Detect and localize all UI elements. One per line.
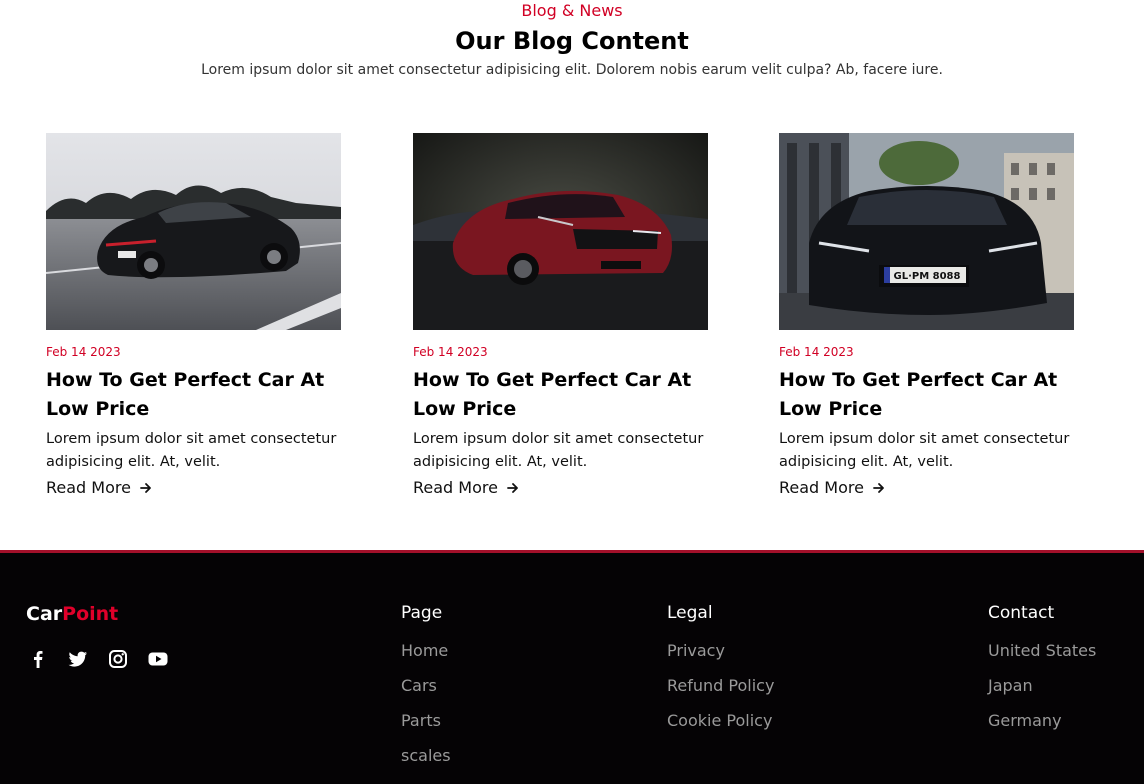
footer-link-refund-policy[interactable]: Refund Policy	[667, 676, 774, 696]
footer-contact-column: Contact United States Japan Germany	[988, 601, 1096, 746]
footer-link-united-states[interactable]: United States	[988, 641, 1096, 661]
footer-link-home[interactable]: Home	[401, 641, 451, 661]
blog-card-title[interactable]: How To Get Perfect Car At Low Price	[779, 366, 1075, 424]
blog-card-image[interactable]	[413, 133, 708, 330]
footer-link-japan[interactable]: Japan	[988, 676, 1096, 696]
footer-legal-column: Legal Privacy Refund Policy Cookie Polic…	[667, 601, 774, 746]
blog-card-title[interactable]: How To Get Perfect Car At Low Price	[413, 366, 709, 424]
arrow-right-icon	[873, 483, 884, 493]
facebook-icon[interactable]	[28, 649, 48, 669]
youtube-icon[interactable]	[148, 649, 168, 669]
brand-name-part1: Car	[26, 603, 63, 625]
footer-link-scales[interactable]: scales	[401, 746, 451, 766]
section-title: Our Blog Content	[455, 27, 689, 55]
read-more-link[interactable]: Read More	[46, 478, 342, 498]
brand-logo[interactable]: CarPoint	[26, 602, 118, 626]
arrow-right-icon	[140, 483, 151, 493]
read-more-link[interactable]: Read More	[413, 478, 709, 498]
blog-card-date: Feb 14 2023	[779, 345, 854, 359]
brand-name-part2: Point	[62, 603, 119, 625]
section-subtitle: Lorem ipsum dolor sit amet consectetur a…	[201, 62, 943, 78]
footer-page-column: Page Home Cars Parts scales	[401, 601, 451, 781]
footer-contact-heading: Contact	[988, 603, 1055, 623]
blog-card-2: Feb 14 2023 How To Get Perfect Car At Lo…	[413, 133, 709, 498]
blog-card-title[interactable]: How To Get Perfect Car At Low Price	[46, 366, 342, 424]
section-eyebrow: Blog & News	[521, 1, 623, 20]
blog-card-1: Feb 14 2023 How To Get Perfect Car At Lo…	[46, 133, 342, 498]
footer-link-parts[interactable]: Parts	[401, 711, 451, 731]
read-more-link[interactable]: Read More	[779, 478, 1075, 498]
blog-card-image[interactable]: GL·PM 8088	[779, 133, 1074, 330]
social-links	[28, 649, 168, 669]
read-more-label: Read More	[413, 478, 498, 497]
blog-card-excerpt: Lorem ipsum dolor sit amet consectetur a…	[413, 431, 704, 470]
site-footer: CarPoint Page Home Cars Parts scales Leg…	[0, 550, 1144, 784]
blog-card-excerpt: Lorem ipsum dolor sit amet consectetur a…	[46, 431, 337, 470]
instagram-icon[interactable]	[108, 649, 128, 669]
blog-card-image[interactable]	[46, 133, 341, 330]
footer-page-heading: Page	[401, 603, 443, 623]
read-more-label: Read More	[779, 478, 864, 497]
blog-card-excerpt: Lorem ipsum dolor sit amet consectetur a…	[779, 431, 1070, 470]
twitter-icon[interactable]	[68, 649, 88, 669]
read-more-label: Read More	[46, 478, 131, 497]
footer-link-cars[interactable]: Cars	[401, 676, 451, 696]
footer-link-cookie-policy[interactable]: Cookie Policy	[667, 711, 774, 731]
footer-link-germany[interactable]: Germany	[988, 711, 1096, 731]
blog-card-3: GL·PM 8088 Feb 14 2023 How To Get Perfec…	[779, 133, 1075, 498]
svg-text:GL·PM 8088: GL·PM 8088	[894, 271, 961, 282]
arrow-right-icon	[507, 483, 518, 493]
blog-card-date: Feb 14 2023	[46, 345, 121, 359]
blog-card-date: Feb 14 2023	[413, 345, 488, 359]
footer-legal-heading: Legal	[667, 603, 713, 623]
blog-section: Blog & News Our Blog Content Lorem ipsum…	[0, 0, 1144, 550]
footer-link-privacy[interactable]: Privacy	[667, 641, 774, 661]
